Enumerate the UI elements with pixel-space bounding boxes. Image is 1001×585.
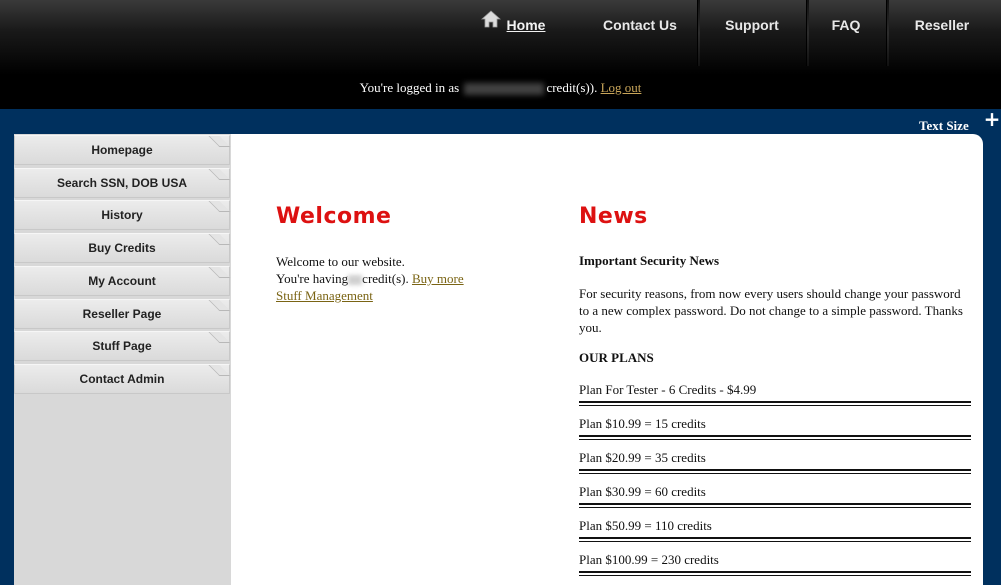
sidebar-item-history[interactable]: History	[14, 200, 230, 230]
welcome-text: Welcome to our website. You're having cre…	[276, 253, 536, 304]
site-header: Home Contact Us Support FAQ Reseller You…	[0, 0, 1001, 109]
credits-suffix: credit(s).	[362, 271, 409, 286]
plans-title: OUR PLANS	[579, 350, 654, 365]
nav-support[interactable]: Support	[700, 0, 804, 52]
nav-contact-us[interactable]: Contact Us	[588, 0, 692, 52]
sidebar-item-contact-admin[interactable]: Contact Admin	[14, 364, 230, 394]
plan-item: Plan $20.99 = 35 credits	[579, 448, 971, 482]
sidebar-item-my-account[interactable]: My Account	[14, 266, 230, 296]
login-suffix: credit(s)).	[546, 80, 598, 95]
top-nav: Home Contact Us Support FAQ Reseller	[0, 0, 1001, 66]
plan-item: Plan For Tester - 6 Credits - $4.99	[579, 380, 971, 414]
welcome-section: Welcome Welcome to our website. You're h…	[276, 204, 536, 304]
plan-item: Plan $50.99 = 110 credits	[579, 516, 971, 550]
logout-link[interactable]: Log out	[601, 80, 642, 95]
sidebar-item-homepage[interactable]: Homepage	[14, 135, 230, 165]
home-icon	[480, 0, 501, 48]
nav-reseller[interactable]: Reseller	[892, 0, 992, 52]
news-headline: Important Security News	[579, 253, 720, 268]
news-title: News	[579, 204, 648, 229]
redacted-credit-count	[348, 275, 363, 286]
nav-divider	[886, 0, 889, 66]
news-body: For security reasons, from now every use…	[579, 286, 963, 335]
plan-item: Plan $30.99 = 60 credits	[579, 482, 971, 516]
nav-faq[interactable]: FAQ	[808, 0, 884, 52]
text-size-label: Text Size	[919, 118, 969, 133]
buy-more-link[interactable]: Buy more	[412, 271, 464, 286]
nav-home-label[interactable]: Home	[507, 17, 546, 33]
news-section: News Important Security News For securit…	[579, 204, 971, 584]
credits-line: You're having credit(s). Buy more	[276, 270, 536, 287]
sidebar-item-buy-credits[interactable]: Buy Credits	[14, 233, 230, 263]
plan-item: Plan $100.99 = 230 credits	[579, 550, 971, 584]
login-prefix: You're logged in as	[359, 80, 460, 95]
sidebar-item-reseller-page[interactable]: Reseller Page	[14, 299, 230, 329]
sidebar-item-search-ssn[interactable]: Search SSN, DOB USA	[14, 168, 230, 198]
text-size-increase-button[interactable]: +	[983, 109, 1001, 130]
main-content: Welcome Welcome to our website. You're h…	[231, 134, 983, 585]
welcome-title: Welcome	[276, 204, 392, 229]
login-status: You're logged in as credit(s)). Log out	[0, 80, 1001, 96]
welcome-line: Welcome to our website.	[276, 254, 405, 269]
credits-prefix: You're having	[276, 271, 349, 286]
sidebar: Homepage Search SSN, DOB USA History Buy…	[14, 134, 231, 585]
nav-home[interactable]: Home	[468, 0, 558, 52]
plan-item: Plan $10.99 = 15 credits	[579, 414, 971, 448]
stuff-management-link[interactable]: Stuff Management	[276, 288, 373, 303]
sidebar-item-stuff-page[interactable]: Stuff Page	[14, 331, 230, 361]
redacted-username	[464, 83, 545, 96]
